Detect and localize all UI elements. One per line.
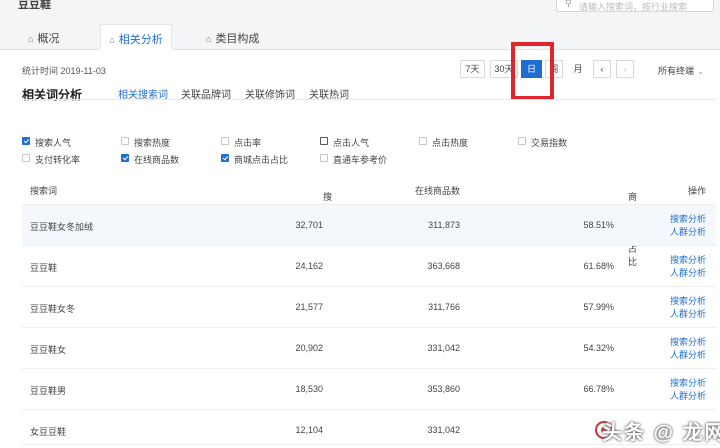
- table-row: 豆豆鞋女 20,902 331,042 54.32% 搜索分析 人群分析: [22, 327, 716, 368]
- sort-desc-icon[interactable]: ▾: [325, 190, 329, 199]
- stat-time: 统计时间 2019-11-03: [22, 66, 106, 76]
- crowd-analysis-link[interactable]: 人群分析: [670, 266, 706, 279]
- cell-keyword: 豆豆鞋女冬: [30, 304, 76, 314]
- watermark-text: 头条 @ 龙网: [602, 422, 720, 444]
- crowd-analysis-link[interactable]: 人群分析: [670, 348, 706, 361]
- cell-keyword: 豆豆鞋: [30, 263, 58, 273]
- checkbox[interactable]: [121, 154, 129, 162]
- checkbox-label: 直通车参考价: [333, 155, 388, 165]
- col-online: 在线商品数: [414, 186, 460, 196]
- cell-online: 363,668: [427, 261, 460, 271]
- section-title: 相关词分析: [22, 88, 83, 102]
- checkbox-label: 点击人气: [333, 138, 370, 148]
- cell-popularity: 32,701: [295, 220, 323, 230]
- page-title: 豆豆鞋: [18, 0, 51, 11]
- checkbox-label: 搜索人气: [35, 138, 72, 148]
- tab-label: 类目构成: [215, 33, 260, 45]
- tab-label: 概况: [37, 33, 60, 45]
- table-row: 豆豆鞋女冬 21,577 311,766 57.99% 搜索分析 人群分析: [22, 286, 716, 327]
- cell-keyword: 豆豆鞋女冬加绒: [30, 222, 94, 232]
- tab-category-composition[interactable]: ⌂ 类目构成: [206, 24, 276, 50]
- cell-popularity: 24,162: [295, 261, 323, 271]
- next-button[interactable]: ›: [616, 60, 634, 78]
- checkbox-label: 在线商品数: [134, 155, 180, 165]
- checkbox[interactable]: [518, 137, 526, 145]
- cell-ratio: 58.51%: [583, 220, 614, 230]
- crowd-analysis-link[interactable]: 人群分析: [670, 307, 706, 320]
- checkbox[interactable]: [121, 137, 129, 145]
- search-placeholder: 请输入搜索词，按行业搜索: [579, 2, 688, 12]
- table-row: 豆豆鞋 24,162 363,668 61.68% 搜索分析 人群分析: [22, 245, 716, 286]
- cell-online: 353,860: [427, 384, 460, 394]
- checkbox[interactable]: [419, 137, 427, 145]
- checkbox[interactable]: [22, 154, 30, 162]
- tab-bar: ⌂ 概况 ⌂ 相关分析 ⌂ 类目构成: [0, 16, 720, 50]
- tab-label: 相关分析: [118, 34, 163, 46]
- checkbox[interactable]: [320, 154, 328, 162]
- col-keyword: 搜索词: [30, 186, 58, 196]
- checkbox-label: 交易指数: [531, 138, 568, 148]
- checkbox[interactable]: [22, 137, 30, 145]
- cell-keyword: 豆豆鞋男: [30, 386, 67, 396]
- chevron-down-icon: ⌄: [697, 66, 705, 76]
- range-month-button[interactable]: 月: [568, 60, 588, 78]
- col-action: 操作: [687, 186, 706, 196]
- highlight-box: [511, 42, 554, 100]
- checkbox[interactable]: [221, 154, 229, 162]
- search-analysis-link[interactable]: 搜索分析: [670, 335, 706, 348]
- table-row: 豆豆鞋女冬加绒 32,701 311,873 58.51% 搜索分析 人群分析: [22, 204, 716, 245]
- table-header: 搜索词 搜索人气▾ 在线商品数 商城点击占比↕ 操作: [22, 178, 716, 267]
- sort-icon[interactable]: ↕: [630, 190, 634, 199]
- cell-popularity: 20,902: [295, 343, 323, 353]
- checkbox-label: 支付转化率: [35, 155, 81, 165]
- home-icon: ⌂: [28, 34, 34, 44]
- cell-keyword: 女豆豆鞋: [30, 427, 67, 437]
- checkbox-label: 商城点击占比: [234, 155, 289, 165]
- home-icon: ⌂: [206, 34, 212, 44]
- cell-popularity: 12,104: [295, 425, 323, 435]
- home-icon: ⌂: [109, 35, 115, 45]
- search-analysis-link[interactable]: 搜索分析: [670, 376, 706, 389]
- cell-online: 331,042: [427, 425, 460, 435]
- checkbox-label: 点击率: [234, 138, 262, 148]
- tab-related-analysis[interactable]: ⌂ 相关分析: [100, 24, 172, 50]
- prev-button[interactable]: ‹: [593, 60, 611, 78]
- search-analysis-link[interactable]: 搜索分析: [670, 294, 706, 307]
- cell-online: 331,042: [427, 343, 460, 353]
- divider: [22, 99, 716, 100]
- cell-online: 311,873: [428, 220, 460, 230]
- cell-online: 311,766: [428, 302, 460, 312]
- checkbox[interactable]: [221, 137, 229, 145]
- search-analysis-link[interactable]: 搜索分析: [670, 253, 706, 266]
- crowd-analysis-link[interactable]: 人群分析: [670, 225, 706, 238]
- search-analysis-link[interactable]: 搜索分析: [670, 212, 706, 225]
- cell-keyword: 豆豆鞋女: [30, 345, 67, 355]
- cell-ratio: 61.68%: [583, 261, 614, 271]
- top-bar: 豆豆鞋 ⚲ 请输入搜索词，按行业搜索: [0, 0, 720, 16]
- search-input[interactable]: ⚲ 请输入搜索词，按行业搜索: [556, 0, 714, 12]
- range-7d-button[interactable]: 7天: [460, 60, 485, 78]
- checkbox-label: 搜索热度: [134, 138, 171, 148]
- terminal-select[interactable]: 所有终端 ⌄: [658, 64, 705, 77]
- cell-ratio: 57.99%: [583, 302, 614, 312]
- checkbox-label: 点击热度: [432, 138, 469, 148]
- tab-overview[interactable]: ⌂ 概况: [28, 24, 78, 50]
- watermark: 头条 @ 龙网: [594, 406, 720, 446]
- cell-ratio: 66.78%: [583, 384, 614, 394]
- checkbox[interactable]: [320, 137, 328, 145]
- search-icon: ⚲: [565, 0, 572, 8]
- cell-ratio: 54.32%: [583, 343, 614, 353]
- cell-popularity: 21,577: [295, 302, 323, 312]
- cell-popularity: 18,530: [295, 384, 323, 394]
- terminal-label: 所有终端: [658, 66, 695, 76]
- table-row: 豆豆鞋男 18,530 353,860 66.78% 搜索分析 人群分析: [22, 368, 716, 409]
- crowd-analysis-link[interactable]: 人群分析: [670, 389, 706, 402]
